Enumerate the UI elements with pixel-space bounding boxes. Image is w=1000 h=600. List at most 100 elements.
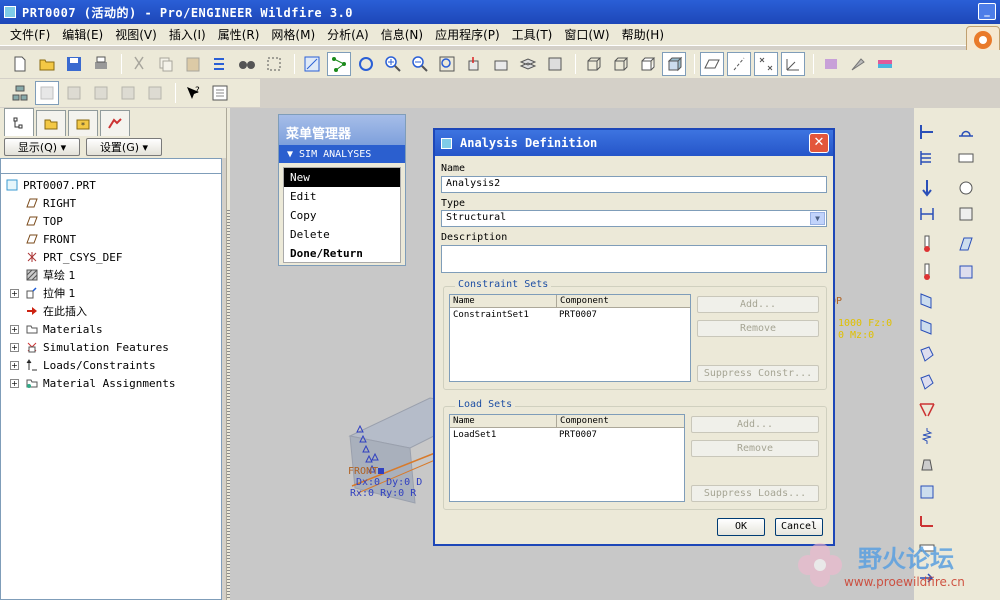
expand-materials[interactable]: + bbox=[10, 325, 19, 334]
remove-load-button[interactable]: Remove bbox=[691, 440, 819, 457]
menu-tools[interactable]: 工具(T) bbox=[506, 26, 559, 43]
redraw-icon[interactable] bbox=[300, 52, 324, 76]
view-manager-icon[interactable] bbox=[543, 52, 567, 76]
menu-edit-analysis[interactable]: Edit bbox=[284, 187, 400, 206]
menu-mesh[interactable]: 网格(M) bbox=[265, 26, 321, 43]
datum-planes-icon[interactable] bbox=[700, 52, 724, 76]
minimize-button[interactable]: _ bbox=[978, 3, 996, 20]
saved-views-icon[interactable] bbox=[489, 52, 513, 76]
refit-icon[interactable] bbox=[435, 52, 459, 76]
reorient-icon[interactable] bbox=[462, 52, 486, 76]
weld-icon[interactable] bbox=[917, 510, 937, 530]
remove-constraint-button[interactable]: Remove bbox=[697, 320, 819, 337]
planar-constraint-icon[interactable] bbox=[956, 204, 976, 224]
mesh-icon[interactable] bbox=[819, 52, 843, 76]
pin-constraint-icon[interactable] bbox=[956, 234, 976, 254]
show-dropdown[interactable]: 显示(Q) ▾ bbox=[4, 138, 80, 156]
tree-item-material-assign[interactable]: Material Assignments bbox=[25, 374, 175, 392]
menu-applications[interactable]: 应用程序(P) bbox=[429, 26, 506, 43]
col-name[interactable]: Name bbox=[450, 415, 556, 428]
orient-icon[interactable] bbox=[354, 52, 378, 76]
tool-4-icon[interactable] bbox=[89, 81, 113, 105]
datum-points-icon[interactable] bbox=[754, 52, 778, 76]
tree-item-loads[interactable]: Loads/Constraints bbox=[25, 356, 156, 374]
heat-load-icon[interactable] bbox=[917, 262, 937, 282]
tree-item-front[interactable]: FRONT bbox=[25, 230, 76, 248]
shell-icon[interactable] bbox=[917, 290, 937, 310]
tree-item-insert-here[interactable]: 在此插入 bbox=[25, 302, 87, 320]
col-component[interactable]: Component bbox=[556, 415, 684, 428]
displacement-constraint-icon[interactable] bbox=[917, 122, 937, 142]
region-icon[interactable] bbox=[917, 344, 937, 364]
expand-loads[interactable]: + bbox=[10, 361, 19, 370]
select-box-icon[interactable] bbox=[262, 52, 286, 76]
close-button[interactable]: ✕ bbox=[809, 133, 829, 153]
info-list-icon[interactable] bbox=[208, 81, 232, 105]
menu-properties[interactable]: 属性(R) bbox=[212, 26, 266, 43]
expand-extrude[interactable]: + bbox=[10, 289, 19, 298]
open-folder-icon[interactable] bbox=[35, 52, 59, 76]
menu-copy[interactable]: Copy bbox=[284, 206, 400, 225]
symmetry-icon[interactable] bbox=[956, 148, 976, 168]
tab-folder-browser[interactable] bbox=[36, 110, 66, 136]
paste-icon[interactable] bbox=[181, 52, 205, 76]
ok-button[interactable]: OK bbox=[717, 518, 765, 536]
suppress-constraint-button[interactable]: Suppress Constr... bbox=[697, 365, 819, 382]
tool-5-icon[interactable] bbox=[116, 81, 140, 105]
expand-simulation[interactable]: + bbox=[10, 343, 19, 352]
cylinder-constraint-icon[interactable] bbox=[956, 262, 976, 282]
suppress-load-button[interactable]: Suppress Loads... bbox=[691, 485, 819, 502]
rigid-link-icon[interactable] bbox=[917, 482, 937, 502]
tree-item-simulation[interactable]: Simulation Features bbox=[25, 338, 169, 356]
find-icon[interactable] bbox=[235, 52, 259, 76]
beam-icon[interactable] bbox=[917, 400, 937, 420]
table-row[interactable]: ConstraintSet1 PRT0007 bbox=[450, 309, 690, 323]
add-load-button[interactable]: Add... bbox=[691, 416, 819, 433]
settings-dropdown[interactable]: 设置(G) ▾ bbox=[86, 138, 162, 156]
tool-6-icon[interactable] bbox=[143, 81, 167, 105]
model-tree-icon[interactable] bbox=[8, 81, 32, 105]
save-icon[interactable] bbox=[62, 52, 86, 76]
zoom-in-icon[interactable] bbox=[381, 52, 405, 76]
volume-region-icon[interactable] bbox=[917, 372, 937, 392]
regenerate-icon[interactable] bbox=[208, 52, 232, 76]
chevron-down-icon[interactable]: ▼ bbox=[810, 212, 825, 225]
menu-help[interactable]: 帮助(H) bbox=[616, 26, 670, 43]
spring-icon[interactable] bbox=[917, 426, 937, 446]
sim-analyses-header[interactable]: ▼ SIM ANALYSES bbox=[279, 145, 405, 163]
col-name[interactable]: Name bbox=[450, 295, 556, 308]
surface-constraint-icon[interactable] bbox=[956, 122, 976, 142]
tree-item-right[interactable]: RIGHT bbox=[25, 194, 76, 212]
menu-file[interactable]: 文件(F) bbox=[4, 26, 56, 43]
datum-axes-icon[interactable] bbox=[727, 52, 751, 76]
constraint-sets-list[interactable]: Name Component ConstraintSet1 PRT0007 bbox=[449, 294, 691, 382]
table-row[interactable]: LoadSet1 PRT0007 bbox=[450, 429, 684, 443]
tree-item-top[interactable]: TOP bbox=[25, 212, 63, 230]
pin-icon[interactable] bbox=[846, 52, 870, 76]
tab-model-tree[interactable] bbox=[4, 108, 34, 136]
mass-icon[interactable] bbox=[917, 454, 937, 474]
force-load-icon[interactable] bbox=[917, 148, 937, 168]
zoom-out-icon[interactable] bbox=[408, 52, 432, 76]
cut-icon[interactable] bbox=[127, 52, 151, 76]
expand-material-assign[interactable]: + bbox=[10, 379, 19, 388]
add-constraint-button[interactable]: Add... bbox=[697, 296, 819, 313]
menu-analysis[interactable]: 分析(A) bbox=[321, 26, 375, 43]
tab-connections[interactable] bbox=[100, 110, 130, 136]
description-field[interactable] bbox=[441, 245, 827, 273]
hidden-line-icon[interactable] bbox=[608, 52, 632, 76]
menu-insert[interactable]: 插入(I) bbox=[163, 26, 212, 43]
menu-new[interactable]: New bbox=[284, 168, 400, 187]
new-file-icon[interactable] bbox=[8, 52, 32, 76]
copy-icon[interactable] bbox=[154, 52, 178, 76]
pressure-load-icon[interactable] bbox=[917, 178, 937, 198]
layers-icon[interactable] bbox=[516, 52, 540, 76]
no-hidden-icon[interactable] bbox=[635, 52, 659, 76]
print-icon[interactable] bbox=[89, 52, 113, 76]
tree-item-extrude[interactable]: 拉伸 1 bbox=[25, 284, 76, 302]
wireframe-icon[interactable] bbox=[581, 52, 605, 76]
tree-item-part[interactable]: PRT0007.PRT bbox=[5, 176, 96, 194]
menu-info[interactable]: 信息(N) bbox=[375, 26, 429, 43]
temperature-icon[interactable] bbox=[917, 234, 937, 254]
csys-display-icon[interactable] bbox=[781, 52, 805, 76]
